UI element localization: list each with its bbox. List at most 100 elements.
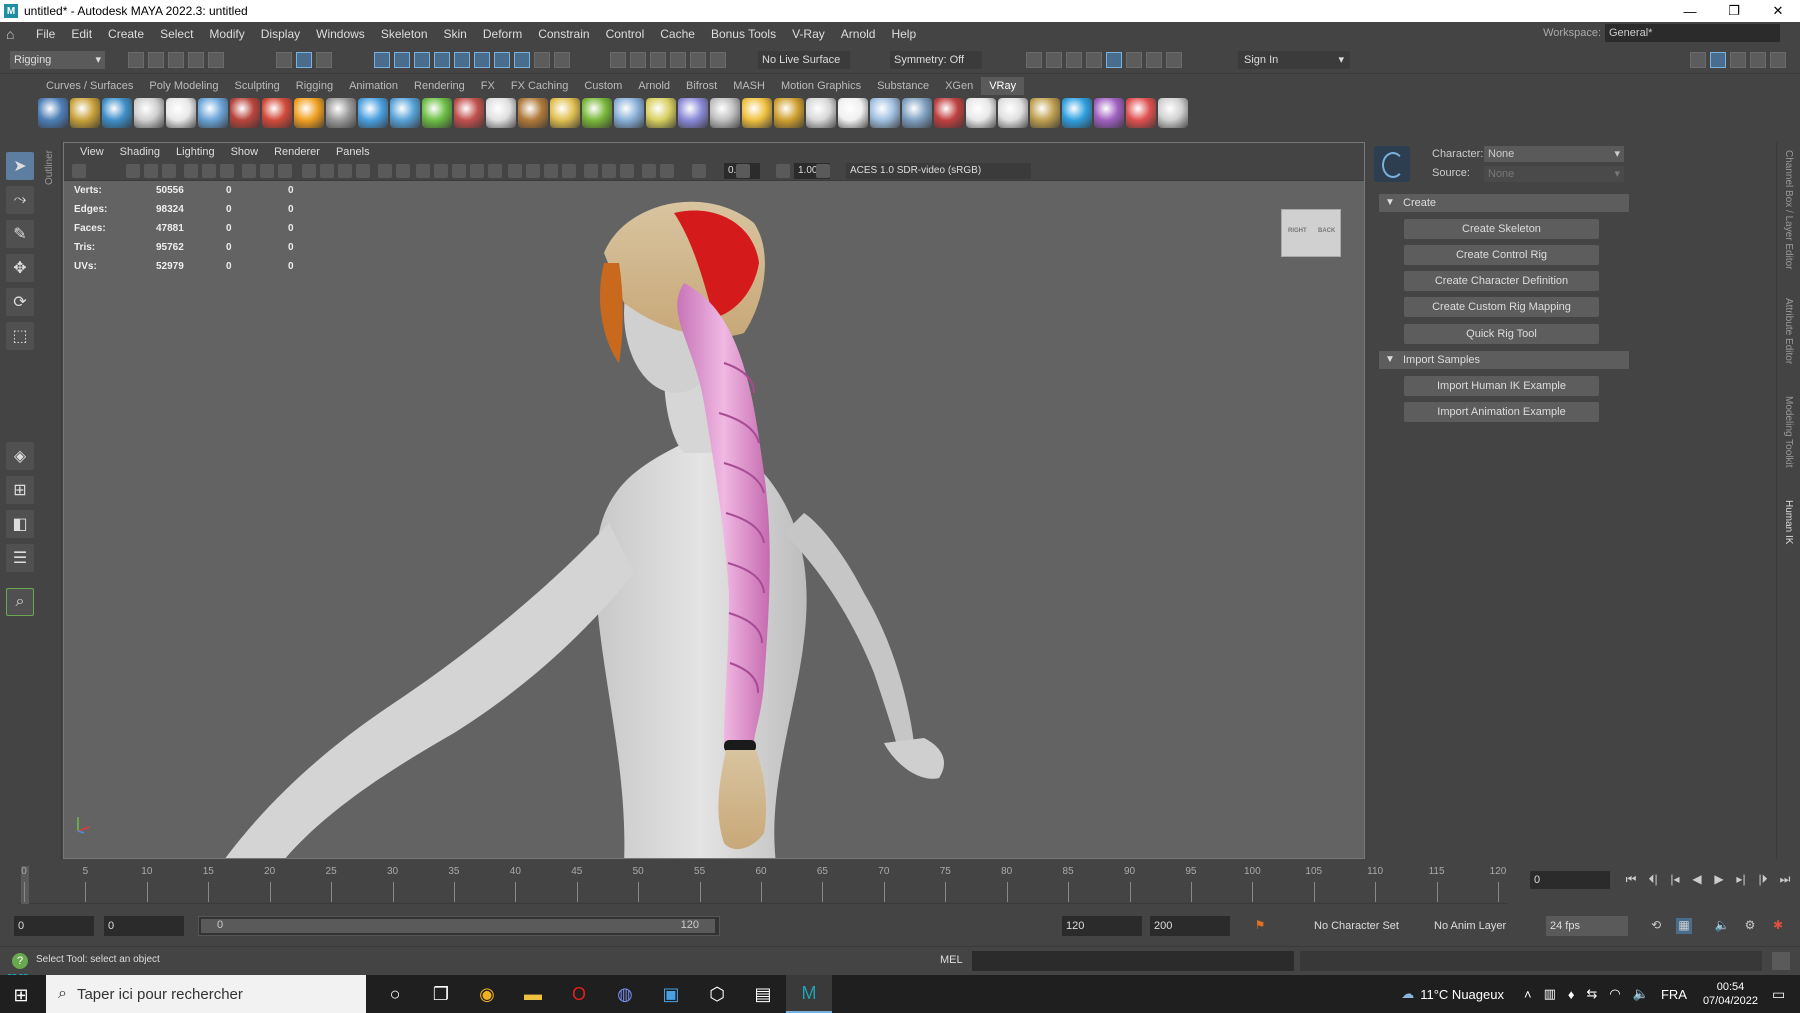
tool-settings-toggle-icon[interactable] [1750,52,1766,68]
make-live-icon[interactable] [710,52,726,68]
shelf-tool-icon[interactable] [646,98,676,128]
shelf-tool-icon[interactable] [1126,98,1156,128]
shelf-tool-icon[interactable] [1094,98,1124,128]
step-back-frame-icon[interactable]: ⏴| [1644,872,1662,888]
shelf-tool-icon[interactable] [742,98,772,128]
save-scene-icon[interactable] [168,52,184,68]
menu-file[interactable]: File [28,27,63,41]
app-icon[interactable]: ▤ [740,975,786,1013]
shelf-tool-icon[interactable] [902,98,932,128]
shelf-tab-custom[interactable]: Custom [576,77,630,95]
fps-dropdown[interactable]: 24 fps [1546,916,1628,936]
shelf-tab-curves-surfaces[interactable]: Curves / Surfaces [38,77,141,95]
snap-projected-center-icon[interactable] [690,52,706,68]
go-to-end-icon[interactable]: ⏭ [1776,872,1794,888]
shelf-tool-icon[interactable] [1030,98,1060,128]
create-section-header[interactable]: Create [1379,194,1629,212]
shelf-tab-rigging[interactable]: Rigging [288,77,341,95]
shelf-tool-icon[interactable] [966,98,996,128]
menu-set-dropdown[interactable]: Rigging [10,51,105,69]
snap-grid-icon[interactable] [610,52,626,68]
open-scene-icon[interactable] [148,52,164,68]
notification-icon[interactable]: ▭ [1772,986,1800,1003]
file-explorer-icon[interactable]: ▬ [510,975,556,1013]
modeling-toolkit-toggle-icon[interactable] [1690,52,1706,68]
snap-curve-icon[interactable] [630,52,646,68]
menu-skin[interactable]: Skin [436,27,475,41]
shelf-tab-bifrost[interactable]: Bifrost [678,77,725,95]
move-tool-icon[interactable]: ✥ [6,254,34,282]
mask-misc-icon[interactable] [514,52,530,68]
shelf-tool-icon[interactable] [198,98,228,128]
live-surface-field[interactable]: No Live Surface [758,51,850,69]
hypershade-icon[interactable] [1106,52,1122,68]
shelf-tool-icon[interactable] [806,98,836,128]
create-custom-rig-mapping-button[interactable]: Create Custom Rig Mapping [1404,297,1599,317]
time-slider-track[interactable]: 0 5 10 15 20 25 30 35 40 45 50 55 60 65 70 75 80 85 90 95 10… [18,862,1508,904]
3d-viewer-icon[interactable]: ⬡ [694,975,740,1013]
mask-joints-icon[interactable] [394,52,410,68]
shelf-tool-icon[interactable] [38,98,68,128]
anim-prefs-icon[interactable]: ⚙ [1742,918,1758,934]
shelf-tool-icon[interactable] [166,98,196,128]
create-character-definition-button[interactable]: Create Character Definition [1404,271,1599,291]
script-editor-icon[interactable] [1772,952,1790,970]
microphone-icon[interactable]: ♦ [1568,987,1575,1002]
home-icon[interactable]: ⌂ [6,26,22,42]
mel-command-input[interactable] [972,951,1294,971]
current-frame-field[interactable]: 0 [1530,871,1610,889]
menu-vray[interactable]: V-Ray [784,27,833,41]
shelf-tool-icon[interactable] [102,98,132,128]
outliner-layout-icon[interactable]: ☰ [6,544,34,572]
shelf-tool-icon[interactable] [710,98,740,128]
menu-control[interactable]: Control [598,27,653,41]
shelf-tab-sculpting[interactable]: Sculpting [227,77,288,95]
character-set-dropdown[interactable]: No Character Set [1300,916,1399,936]
channel-box-toggle-icon[interactable] [1770,52,1786,68]
menu-windows[interactable]: Windows [308,27,373,41]
cortana-icon[interactable]: ○ [372,975,418,1013]
shelf-tool-icon[interactable] [582,98,612,128]
scale-tool-icon[interactable]: ⬚ [6,322,34,350]
pause-viewport-icon[interactable] [1166,52,1182,68]
shelf-tool-icon[interactable] [486,98,516,128]
play-forwards-icon[interactable]: ▶ [1710,872,1728,888]
auto-key-icon[interactable]: ⚑ [1252,918,1268,934]
volume-icon[interactable]: 🔈 [1633,986,1649,1002]
rotate-tool-icon[interactable]: ⟳ [6,288,34,316]
tab-attribute-editor[interactable]: Attribute Editor [1783,298,1794,364]
animation-start-field[interactable]: 0 [14,916,94,936]
clock[interactable]: 00:54 07/04/2022 [1703,980,1758,1008]
select-objects-icon[interactable] [296,52,312,68]
playback-end-field[interactable]: 120 [1062,916,1142,936]
menu-help[interactable]: Help [883,27,924,41]
shelf-tab-vray[interactable]: VRay [981,77,1025,95]
shelf-tool-icon[interactable] [326,98,356,128]
network-icon[interactable]: ▥ [1544,986,1556,1002]
shelf-tool-icon[interactable] [262,98,292,128]
loop-icon[interactable]: ⟲ [1648,918,1664,934]
shelf-tool-icon[interactable] [358,98,388,128]
shelf-tool-icon[interactable] [838,98,868,128]
shelf-tool-icon[interactable] [70,98,100,128]
chevron-up-icon[interactable]: ˄ [1524,987,1532,1002]
character-model[interactable] [64,143,1365,859]
sign-in-dropdown[interactable]: Sign In [1238,51,1350,69]
lock-selection-icon[interactable] [534,52,550,68]
lasso-tool-icon[interactable]: ⤳ [6,186,34,214]
shelf-tool-icon[interactable] [870,98,900,128]
range-slider-fill[interactable] [201,919,715,933]
menu-edit[interactable]: Edit [63,27,100,41]
restore-button[interactable]: ❐ [1712,0,1756,22]
shelf-tool-icon[interactable] [422,98,452,128]
create-control-rig-button[interactable]: Create Control Rig [1404,245,1599,265]
shelf-tool-icon[interactable] [134,98,164,128]
shelf-tab-substance[interactable]: Substance [869,77,937,95]
mask-deformations-icon[interactable] [454,52,470,68]
shelf-tab-arnold[interactable]: Arnold [630,77,678,95]
shelf-tool-icon[interactable] [934,98,964,128]
chrome-icon[interactable]: ◉ [464,975,510,1013]
step-forward-frame-icon[interactable]: |⏵ [1754,872,1772,888]
shelf-tab-motion-graphics[interactable]: Motion Graphics [773,77,869,95]
workspace-dropdown[interactable]: General* [1605,24,1780,42]
